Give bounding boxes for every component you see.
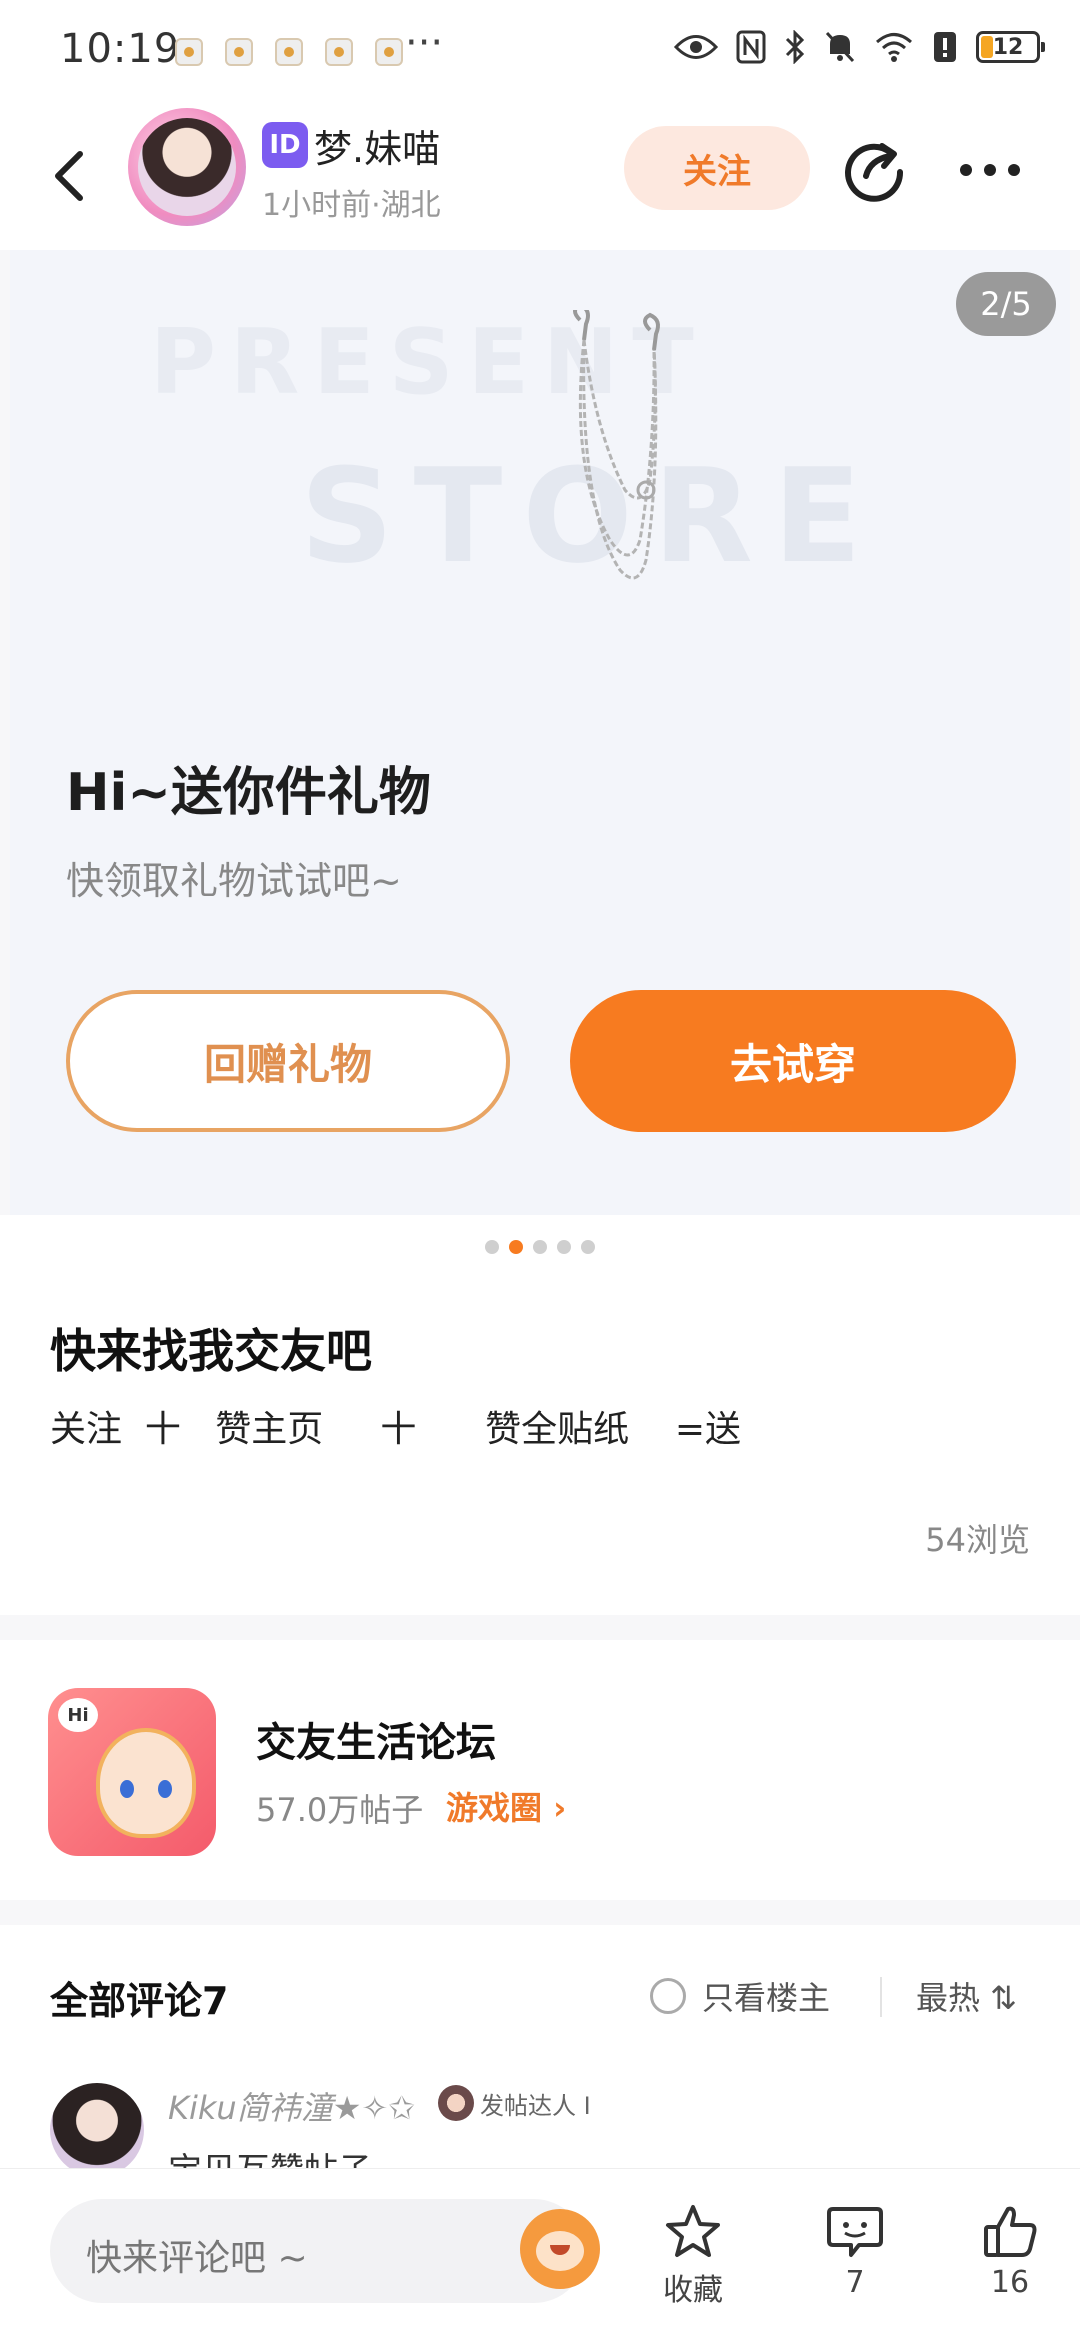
system-status-icons: 12 (674, 30, 1045, 64)
notification-app-icon (325, 38, 353, 66)
status-bar: 10:19 ··· 12 (0, 0, 1080, 100)
commenter-avatar[interactable] (50, 2083, 144, 2177)
image-page-counter: 2/5 (956, 272, 1056, 336)
gift-title: Hi~送你件礼物 (66, 763, 431, 823)
forum-icon-hi-label: Hi (58, 1698, 98, 1732)
wifi-icon (876, 33, 912, 62)
follow-button[interactable]: 关注 (624, 126, 810, 210)
battery-icon: 12 (976, 31, 1045, 63)
nfc-icon (736, 30, 766, 64)
notification-app-icon (225, 38, 253, 66)
commenter-name[interactable]: Kiku简祎潼★✧✩ (168, 2083, 415, 2129)
carousel-pagination (0, 1240, 1080, 1254)
sort-button[interactable]: 最热 ⇅ (916, 1973, 1017, 2019)
star-icon (666, 2205, 720, 2257)
only-op-label: 只看楼主 (702, 1979, 831, 2017)
return-gift-button: 回赠礼物 (66, 990, 510, 1132)
author-name[interactable]: 梦.妹喵 (314, 118, 440, 173)
comments-title: 全部评论7 (50, 1979, 229, 2023)
collect-button[interactable]: 收藏 (638, 2203, 748, 2309)
status-time: 10:19 (60, 26, 181, 72)
mute-bell-icon (825, 31, 855, 63)
more-options-button[interactable] (960, 150, 1030, 190)
dot-icon (984, 164, 996, 176)
only-op-toggle[interactable]: 只看楼主 (650, 1973, 830, 2019)
post-time-location: 1小时前·湖北 (262, 188, 441, 223)
game-circle-link[interactable]: 游戏圈 › (446, 1783, 566, 1829)
like-count: 16 (990, 2265, 1030, 2300)
share-icon (845, 143, 904, 202)
forum-icon[interactable]: Hi (48, 1688, 216, 1856)
comment-bubble-icon (827, 2207, 883, 2257)
thumbs-up-icon (984, 2206, 1037, 2257)
pagination-dot[interactable] (557, 1240, 571, 1254)
share-button[interactable] (840, 134, 910, 204)
bluetooth-icon (785, 30, 805, 64)
forum-card[interactable]: Hi 交友生活论坛 57.0万帖子 游戏圈 › (0, 1640, 1080, 1900)
back-button[interactable] (40, 140, 100, 210)
radio-icon[interactable] (650, 1978, 686, 2014)
notification-app-icon (175, 38, 203, 66)
status-more-indicator: ··· (405, 20, 444, 66)
badge-label: 发帖达人 I (480, 2091, 591, 2120)
chevron-left-icon (55, 151, 83, 201)
comment-button[interactable]: 7 (800, 2203, 910, 2300)
forum-name[interactable]: 交友生活论坛 (256, 1710, 496, 1768)
comment-count: 7 (845, 2265, 865, 2300)
mascot-emoji-icon[interactable] (520, 2209, 600, 2289)
dot-icon (1008, 164, 1020, 176)
try-on-button: 去试穿 (570, 990, 1016, 1132)
chain-accessory-image (573, 310, 660, 580)
post-image-carousel[interactable]: PRESENT STORE Hi~送你件礼物 快领取礼物试试吧~ 回赠礼物 去试… (10, 250, 1070, 1215)
alert-icon (934, 32, 956, 62)
mascot-face-icon (96, 1728, 196, 1838)
id-badge: ID (262, 122, 308, 168)
badge-avatar-icon (438, 2085, 474, 2121)
post-title: 快来找我交友吧 (50, 1324, 372, 1378)
notification-app-icon (275, 38, 303, 66)
eye-icon (674, 35, 718, 59)
view-count: 54浏览 (925, 1521, 1030, 1559)
dot-icon (960, 164, 972, 176)
post-header: ID 梦.妹喵 1小时前·湖北 关注 (0, 100, 1080, 250)
commenter-badge: 发帖达人 I (438, 2085, 591, 2121)
pagination-dot[interactable] (581, 1240, 595, 1254)
collect-label: 收藏 (663, 2273, 723, 2308)
post-body-text: 关注 十 赞主页 十 赞全贴纸 =送 (50, 1409, 742, 1450)
bottom-action-bar: 快来评论吧 ~ 收藏 7 16 (0, 2168, 1080, 2340)
gift-subtitle: 快领取礼物试试吧~ (66, 859, 402, 903)
battery-level: 12 (992, 34, 1024, 60)
comment-input-placeholder: 快来评论吧 ~ (86, 2238, 308, 2279)
post-content: 快来找我交友吧 关注 十 赞主页 十 赞全贴纸 =送 54浏览 (0, 1215, 1080, 1615)
like-button[interactable]: 16 (955, 2203, 1065, 2300)
forum-post-count: 57.0万帖子 (256, 1791, 424, 1829)
author-avatar[interactable] (128, 108, 246, 226)
notification-app-icon (375, 38, 403, 66)
pagination-dot-active[interactable] (509, 1240, 523, 1254)
divider (880, 1977, 882, 2017)
pagination-dot[interactable] (533, 1240, 547, 1254)
comment-input[interactable]: 快来评论吧 ~ (50, 2199, 600, 2303)
pagination-dot[interactable] (485, 1240, 499, 1254)
notification-icons (175, 38, 403, 66)
